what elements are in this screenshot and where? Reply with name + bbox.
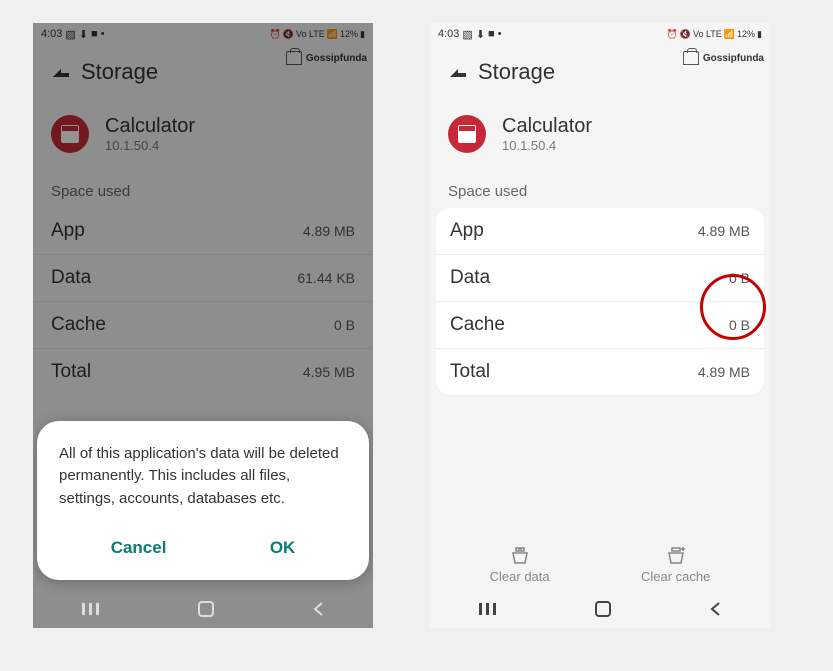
storage-rows: App 4.89 MB Data 0 B Cache 0 B Total 4.8…: [436, 208, 764, 395]
section-label: Space used: [430, 167, 770, 204]
dialog-message: All of this application's data will be d…: [59, 443, 347, 511]
app-version: 10.1.50.4: [502, 138, 592, 153]
row-app: App 4.89 MB: [436, 208, 764, 255]
confirm-dialog: All of this application's data will be d…: [37, 421, 369, 581]
battery-icon: ▮: [757, 29, 762, 40]
home-icon[interactable]: [197, 600, 215, 623]
row-data: Data 0 B: [436, 255, 764, 302]
page-title: Storage: [478, 59, 555, 85]
status-bar: 4:03 ▧ ⬇ ■ • ⏰ 🔇 Vo LTE 📶 12% ▮: [430, 23, 770, 45]
row-label: Total: [450, 361, 490, 383]
watermark-text: Gossipfunda: [703, 53, 764, 64]
app-row: Calculator 10.1.50.4: [430, 95, 770, 167]
clear-cache-label: Clear cache: [641, 569, 710, 584]
watermark: Gossipfunda: [683, 51, 764, 65]
network-icon: Vo LTE: [693, 29, 722, 39]
app-name: Calculator: [502, 115, 592, 138]
clear-data-button[interactable]: Clear data: [490, 545, 550, 584]
recents-icon[interactable]: [81, 602, 101, 621]
image-icon: ▧: [462, 28, 472, 41]
row-total: Total 4.89 MB: [436, 349, 764, 395]
row-value: 4.89 MB: [698, 364, 750, 380]
row-value: 4.89 MB: [698, 223, 750, 239]
row-label: Cache: [450, 314, 505, 336]
row-label: Data: [450, 267, 490, 289]
phone-right: 4:03 ▧ ⬇ ■ • ⏰ 🔇 Vo LTE 📶 12% ▮ Gossipfu…: [430, 23, 770, 628]
row-value: 0 B: [729, 317, 750, 333]
folder-icon: ■: [488, 28, 495, 40]
row-value: 0 B: [729, 270, 750, 286]
download-icon: ⬇: [476, 28, 485, 41]
recents-icon[interactable]: [478, 602, 498, 621]
ok-button[interactable]: OK: [250, 530, 316, 566]
home-icon[interactable]: [594, 600, 612, 623]
clear-cache-button[interactable]: Clear cache: [641, 545, 710, 584]
nav-bar: [33, 594, 373, 628]
back-icon[interactable]: [448, 66, 466, 78]
row-label: App: [450, 220, 484, 242]
back-nav-icon[interactable]: [311, 601, 325, 622]
mute-icon: 🔇: [680, 29, 691, 40]
row-cache: Cache 0 B: [436, 302, 764, 349]
phone-left: 4:03 ▧ ⬇ ■ • ⏰ 🔇 Vo LTE 📶 12% ▮ Gossipfu…: [33, 23, 373, 628]
clear-data-label: Clear data: [490, 569, 550, 584]
alarm-icon: ⏰: [667, 29, 678, 40]
bottom-actions: Clear data Clear cache: [430, 535, 770, 594]
back-nav-icon[interactable]: [708, 601, 722, 622]
dot-icon: •: [498, 28, 502, 40]
signal-icon: 📶: [724, 29, 735, 40]
status-time: 4:03: [438, 28, 459, 40]
nav-bar: [430, 594, 770, 628]
battery-text: 12%: [737, 29, 755, 39]
watermark-icon: [683, 51, 699, 65]
cancel-button[interactable]: Cancel: [91, 530, 187, 566]
app-icon: [448, 115, 486, 153]
